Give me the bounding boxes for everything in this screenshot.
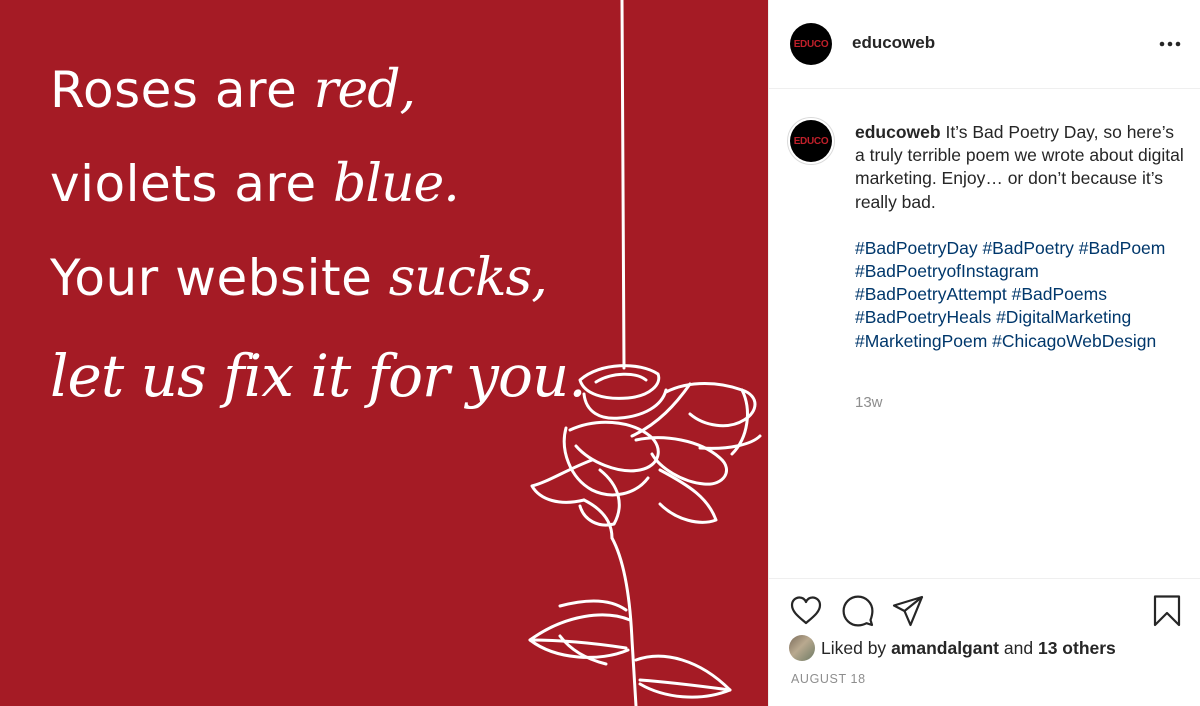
poem-line-1: Roses are red, xyxy=(50,60,416,120)
hashtag-list: #BadPoetryDay #BadPoetry #BadPoem #BadPo… xyxy=(855,237,1185,353)
poem-line-3-plain: Your website xyxy=(50,249,389,307)
post-image[interactable]: Roses are red, violets are blue. Your we… xyxy=(0,0,768,706)
header-username[interactable]: educoweb xyxy=(852,33,935,53)
hashtag-link[interactable]: #MarketingPoem xyxy=(855,331,987,351)
hashtag-link[interactable]: #ChicagoWebDesign xyxy=(992,331,1156,351)
caption-avatar[interactable]: EDUCO xyxy=(790,120,832,162)
poem-line-4: let us fix it for you. xyxy=(50,342,587,410)
hashtag-link[interactable]: #BadPoetryHeals xyxy=(855,307,991,327)
poem-line-1-plain: Roses are xyxy=(50,61,314,119)
hashtag-link[interactable]: #BadPoetryAttempt xyxy=(855,284,1007,304)
likes-prefix: Liked by xyxy=(821,637,887,658)
post-sidebar: EDUCO educoweb EDUCO educoweb It’s Bad P… xyxy=(768,0,1200,706)
post-caption: educoweb It’s Bad Poetry Day, so here’s … xyxy=(855,121,1185,353)
hashtag-link[interactable]: #DigitalMarketing xyxy=(996,307,1131,327)
poem-line-3: Your website sucks, xyxy=(50,248,548,308)
poem-line-1-script: red, xyxy=(313,60,416,120)
avatar-logo-text: EDUCO xyxy=(793,38,829,50)
poem-line-4-script: let us fix it for you. xyxy=(50,342,587,410)
hashtag-link[interactable]: #BadPoems xyxy=(1012,284,1107,304)
caption-username[interactable]: educoweb xyxy=(855,122,941,142)
relative-timestamp[interactable]: 13w xyxy=(855,394,883,411)
avatar[interactable]: EDUCO xyxy=(790,23,832,65)
poem-line-3-script: sucks, xyxy=(388,248,548,308)
poem-line-2: violets are blue. xyxy=(50,154,460,214)
caption-avatar-ring[interactable]: EDUCO xyxy=(787,117,835,165)
more-options-icon[interactable] xyxy=(1155,30,1185,58)
post-actions: Liked by amandalgant and 13 others AUGUS… xyxy=(769,578,1200,706)
hashtag-link[interactable]: #BadPoetryofInstagram xyxy=(855,261,1039,281)
likes-summary: Liked by amandalgant and 13 others xyxy=(789,635,1116,661)
hashtag-link[interactable]: #BadPoetry xyxy=(982,238,1073,258)
likes-others[interactable]: 13 others xyxy=(1038,638,1116,658)
likes-connector: and xyxy=(1003,637,1034,658)
post-date[interactable]: AUGUST 18 xyxy=(791,672,866,686)
heart-icon[interactable] xyxy=(789,594,823,628)
hashtag-link[interactable]: #BadPoem xyxy=(1079,238,1166,258)
likes-text[interactable]: Liked by amandalgant and 13 others xyxy=(821,638,1116,659)
post-header: EDUCO educoweb xyxy=(769,0,1200,89)
share-icon[interactable] xyxy=(891,594,925,628)
hashtag-link[interactable]: #BadPoetryDay xyxy=(855,238,978,258)
poem-line-2-plain: violets are xyxy=(50,155,334,213)
caption-avatar-logo-text: EDUCO xyxy=(793,135,829,147)
liker-username[interactable]: amandalgant xyxy=(891,638,999,658)
liker-avatar[interactable] xyxy=(789,635,815,661)
comment-icon[interactable] xyxy=(841,594,875,628)
poem-line-2-script: blue. xyxy=(333,154,460,214)
bookmark-icon[interactable] xyxy=(1150,594,1184,628)
caption-body: educoweb It’s Bad Poetry Day, so here’s … xyxy=(855,121,1185,214)
